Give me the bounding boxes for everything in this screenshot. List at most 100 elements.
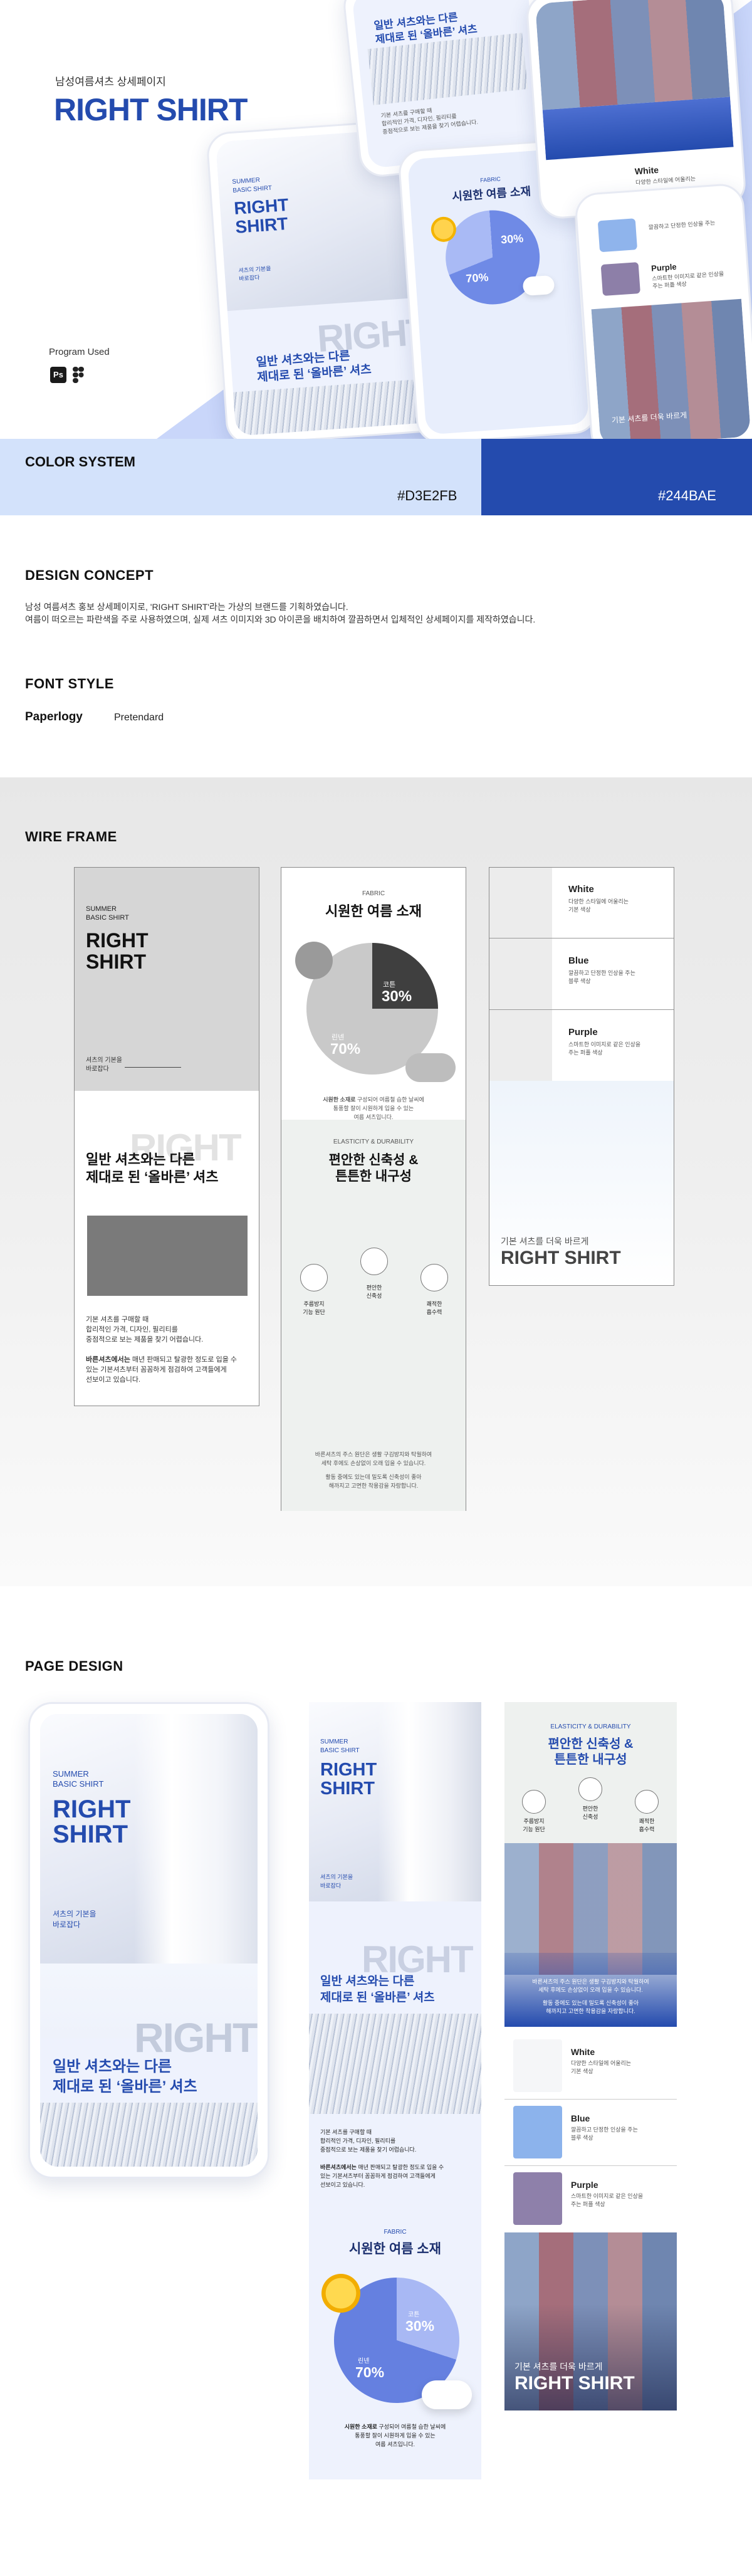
pd-phone-headline-1: 일반 셔츠와는 다른 [53,2058,172,2075]
wf1-body-3: 중점적으로 보는 제품을 찾기 어렵습니다. [86,1336,204,1343]
pd1-body-2: 합리적인 가격, 디자인, 필리티를 [320,2138,396,2144]
pd1-body-bold: 바른셔츠에서는 [320,2164,357,2170]
pd2-divider-1 [504,2099,677,2100]
wire-frame-title: WIRE FRAME [25,829,117,844]
pd1-note-2: 통풍할 잘이 시원하게 입을 수 있는 [355,2432,436,2439]
wf2-feature-3a: 쾌적한 [426,1301,442,1307]
wf2-fabric-title: 시원한 여름 소재 [325,903,422,919]
pd1-pct-linen: 70% [355,2364,385,2380]
pd2-white-desc-2: 기본 색상 [571,2068,593,2074]
pd2-elastic-title-2: 튼튼한 내구성 [554,1753,627,1767]
mock5-purple-desc-2: 주는 퍼플 색상 [652,280,687,290]
pd1-stripes [309,2014,481,2114]
pd2-elastic-note-4: 해까지고 고면한 착용감을 자랑합니다. [546,2008,635,2014]
wf2-note-1: 구성되어 여름철 습한 날씨에 [357,1096,424,1103]
design-concept-line-1: 남성 여름셔츠 홍보 상세페이지로, 'RIGHT SHIRT'라는 가상의 브… [25,602,348,612]
pd1-fabric-title: 시원한 여름 소재 [349,2242,441,2256]
pd2-closing-shade [504,2304,677,2410]
pd2-purple-shirt-thumb [513,2172,562,2225]
pd-phone-headline-2: 제대로 된 ‘올바른’ 셔츠 [53,2078,197,2095]
wf2-feature-2a: 편안한 [366,1285,382,1291]
wf1-image-placeholder [87,1216,248,1296]
pd2-white: White [571,2047,595,2057]
wf3-blue-desc-1: 깔끔하고 단정한 인상을 주는 [568,970,635,976]
pd2-white-shirt-thumb [513,2039,562,2092]
page-design-column-1: SUMMER BASIC SHIRT RIGHT SHIRT 셔츠의 기본을 바… [309,1702,481,2479]
wf3-purple: Purple [568,1027,598,1038]
pd-phone-summer: SUMMER [53,1769,89,1779]
wf1-headline-2: 제대로 된 ‘올바른’ 셔츠 [86,1169,219,1185]
pd1-fabric: FABRIC [384,2229,407,2236]
wf3-closing-1: 기본 셔츠를 더욱 바르게 [501,1236,589,1246]
font-style-title: FONT STYLE [25,676,114,691]
pd1-headline-1: 일반 셔츠와는 다른 [320,1975,415,1988]
wf2-note-bold: 시원한 소재로 [323,1096,356,1103]
pd1-cloud-icon [422,2380,472,2409]
wf2-elastic-note-1: 바른셔츠의 주스 원단은 생활 구김방지와 탁월하여 [315,1451,432,1458]
wf3-white-desc-2: 기본 색상 [568,907,591,913]
wf1-body-rest-3: 선보이고 있습니다. [86,1376,141,1384]
pd1-headline-2: 제대로 된 ‘올바른’ 셔츠 [320,1991,435,2004]
pd2-feature-1b: 기능 원단 [523,1826,545,1832]
pd2-closing-2: RIGHT SHIRT [514,2373,635,2394]
mock5-purple: Purple [650,261,677,273]
pd2-purple: Purple [571,2180,598,2190]
wf1-body-1: 기본 셔츠를 구매할 때 [86,1316,149,1323]
wireframe-card-2: FABRIC 시원한 여름 소재 코튼 30% 린넨 70% 시원한 소재로 구… [281,867,466,1511]
wireframe-card-3: White 다양한 스타일에 어울리는 기본 색상 Blue 깔끔하고 단정한 … [489,867,674,1286]
pd1-body-rest-1: 매년 판매되고 탈광한 정도로 입을 수 [358,2164,444,2170]
mock-side-note-2: 바로잡다 [238,274,260,282]
pd2-feature-3a: 쾌적한 [639,1818,655,1824]
figma-icon [73,367,84,383]
mockup-phone-5: 깔끔하고 단정한 인상을 주는 Purple 스마트한 이미지로 같은 인상을 … [573,182,752,439]
wf1-body-rest-1: 매년 판매되고 탈광한 정도로 입을 수 [132,1356,237,1364]
pd2-divider-2 [504,2165,677,2166]
pd-phone-shirt-overlay [134,1714,258,1964]
striped-shirt-photo [232,378,437,436]
page-design-title: PAGE DESIGN [25,1658,123,1674]
wf1-summer: SUMMER [86,905,117,913]
hero-section: 남성여름셔츠 상세페이지 RIGHT SHIRT Program Used Ps… [0,0,752,439]
pd1-body-rest-2: 있는 기본셔츠부터 꼼꼼하게 점검하여 고객들에게 [320,2173,436,2179]
color-system-section: COLOR SYSTEM #D3E2FB #244BAE [0,439,752,515]
wf3-purple-desc-1: 스마트한 이미지로 같은 인상을 [568,1041,641,1048]
pd1-side-2: 바로잡다 [320,1883,342,1889]
mock3-pct-cotton: 30% [500,232,524,246]
wf2-sun-icon [295,942,333,979]
wf2-pct-linen: 70% [330,1041,361,1058]
pd1-cotton-label: 코튼 [408,2311,420,2318]
pd2-feature-2a: 편안한 [582,1806,598,1812]
wf2-fabric: FABRIC [362,890,385,897]
pd2-elastic: ELASTICITY & DURABILITY [550,1723,631,1730]
photoshop-icon: Ps [50,367,66,383]
pd2-feature-3b: 흡수력 [639,1826,655,1832]
pd1-body-1: 기본 셔츠를 구매할 때 [320,2129,372,2135]
wf2-elastic-note-4: 해까지고 고면한 착용감을 자랑합니다. [328,1483,419,1489]
hero-title: RIGHT SHIRT [54,92,248,127]
wf1-body-2: 합리적인 가격, 디자인, 필리티를 [86,1326,178,1333]
mock-shirt: SHIRT [234,214,289,237]
pd-phone-right: RIGHT [53,1795,131,1823]
wf1-shirt: SHIRT [86,950,146,973]
wf3-purple-desc-2: 주는 퍼플 색상 [568,1049,603,1056]
pd2-feature-1a: 주름방지 [523,1818,545,1824]
wf3-blue-desc-2: 블루 색상 [568,978,591,984]
design-concept-title: DESIGN CONCEPT [25,567,154,583]
wf1-basic: BASIC SHIRT [86,914,129,922]
wrinkle-free-icon [300,1264,328,1291]
blue-shirt-thumb [597,218,638,253]
wf2-elastic-note-3: 활동 중에도 있는데 밀도록 신축성이 좋아 [325,1474,422,1480]
wf2-cloud-icon [405,1053,456,1082]
pd2-blue: Blue [571,2113,590,2123]
pd-phone-basic: BASIC SHIRT [53,1779,104,1789]
wf2-feature-1b: 기능 원단 [303,1309,325,1315]
pd-phone-stripes [40,2103,258,2167]
wf1-right: RIGHT [86,929,149,952]
page-design-phone: SUMMER BASIC SHIRT RIGHT SHIRT 셔츠의 기본을 바… [28,1702,269,2179]
pd1-right: RIGHT [320,1760,377,1780]
page-design-column-2: ELASTICITY & DURABILITY 편안한 신축성 & 튼튼한 내구… [504,1702,677,2410]
wf2-pct-cotton: 30% [382,988,412,1005]
dark-hex-label: #244BAE [658,488,716,503]
pd1-linen-label: 린넨 [358,2358,370,2365]
pd2-stretch-icon [578,1777,602,1801]
